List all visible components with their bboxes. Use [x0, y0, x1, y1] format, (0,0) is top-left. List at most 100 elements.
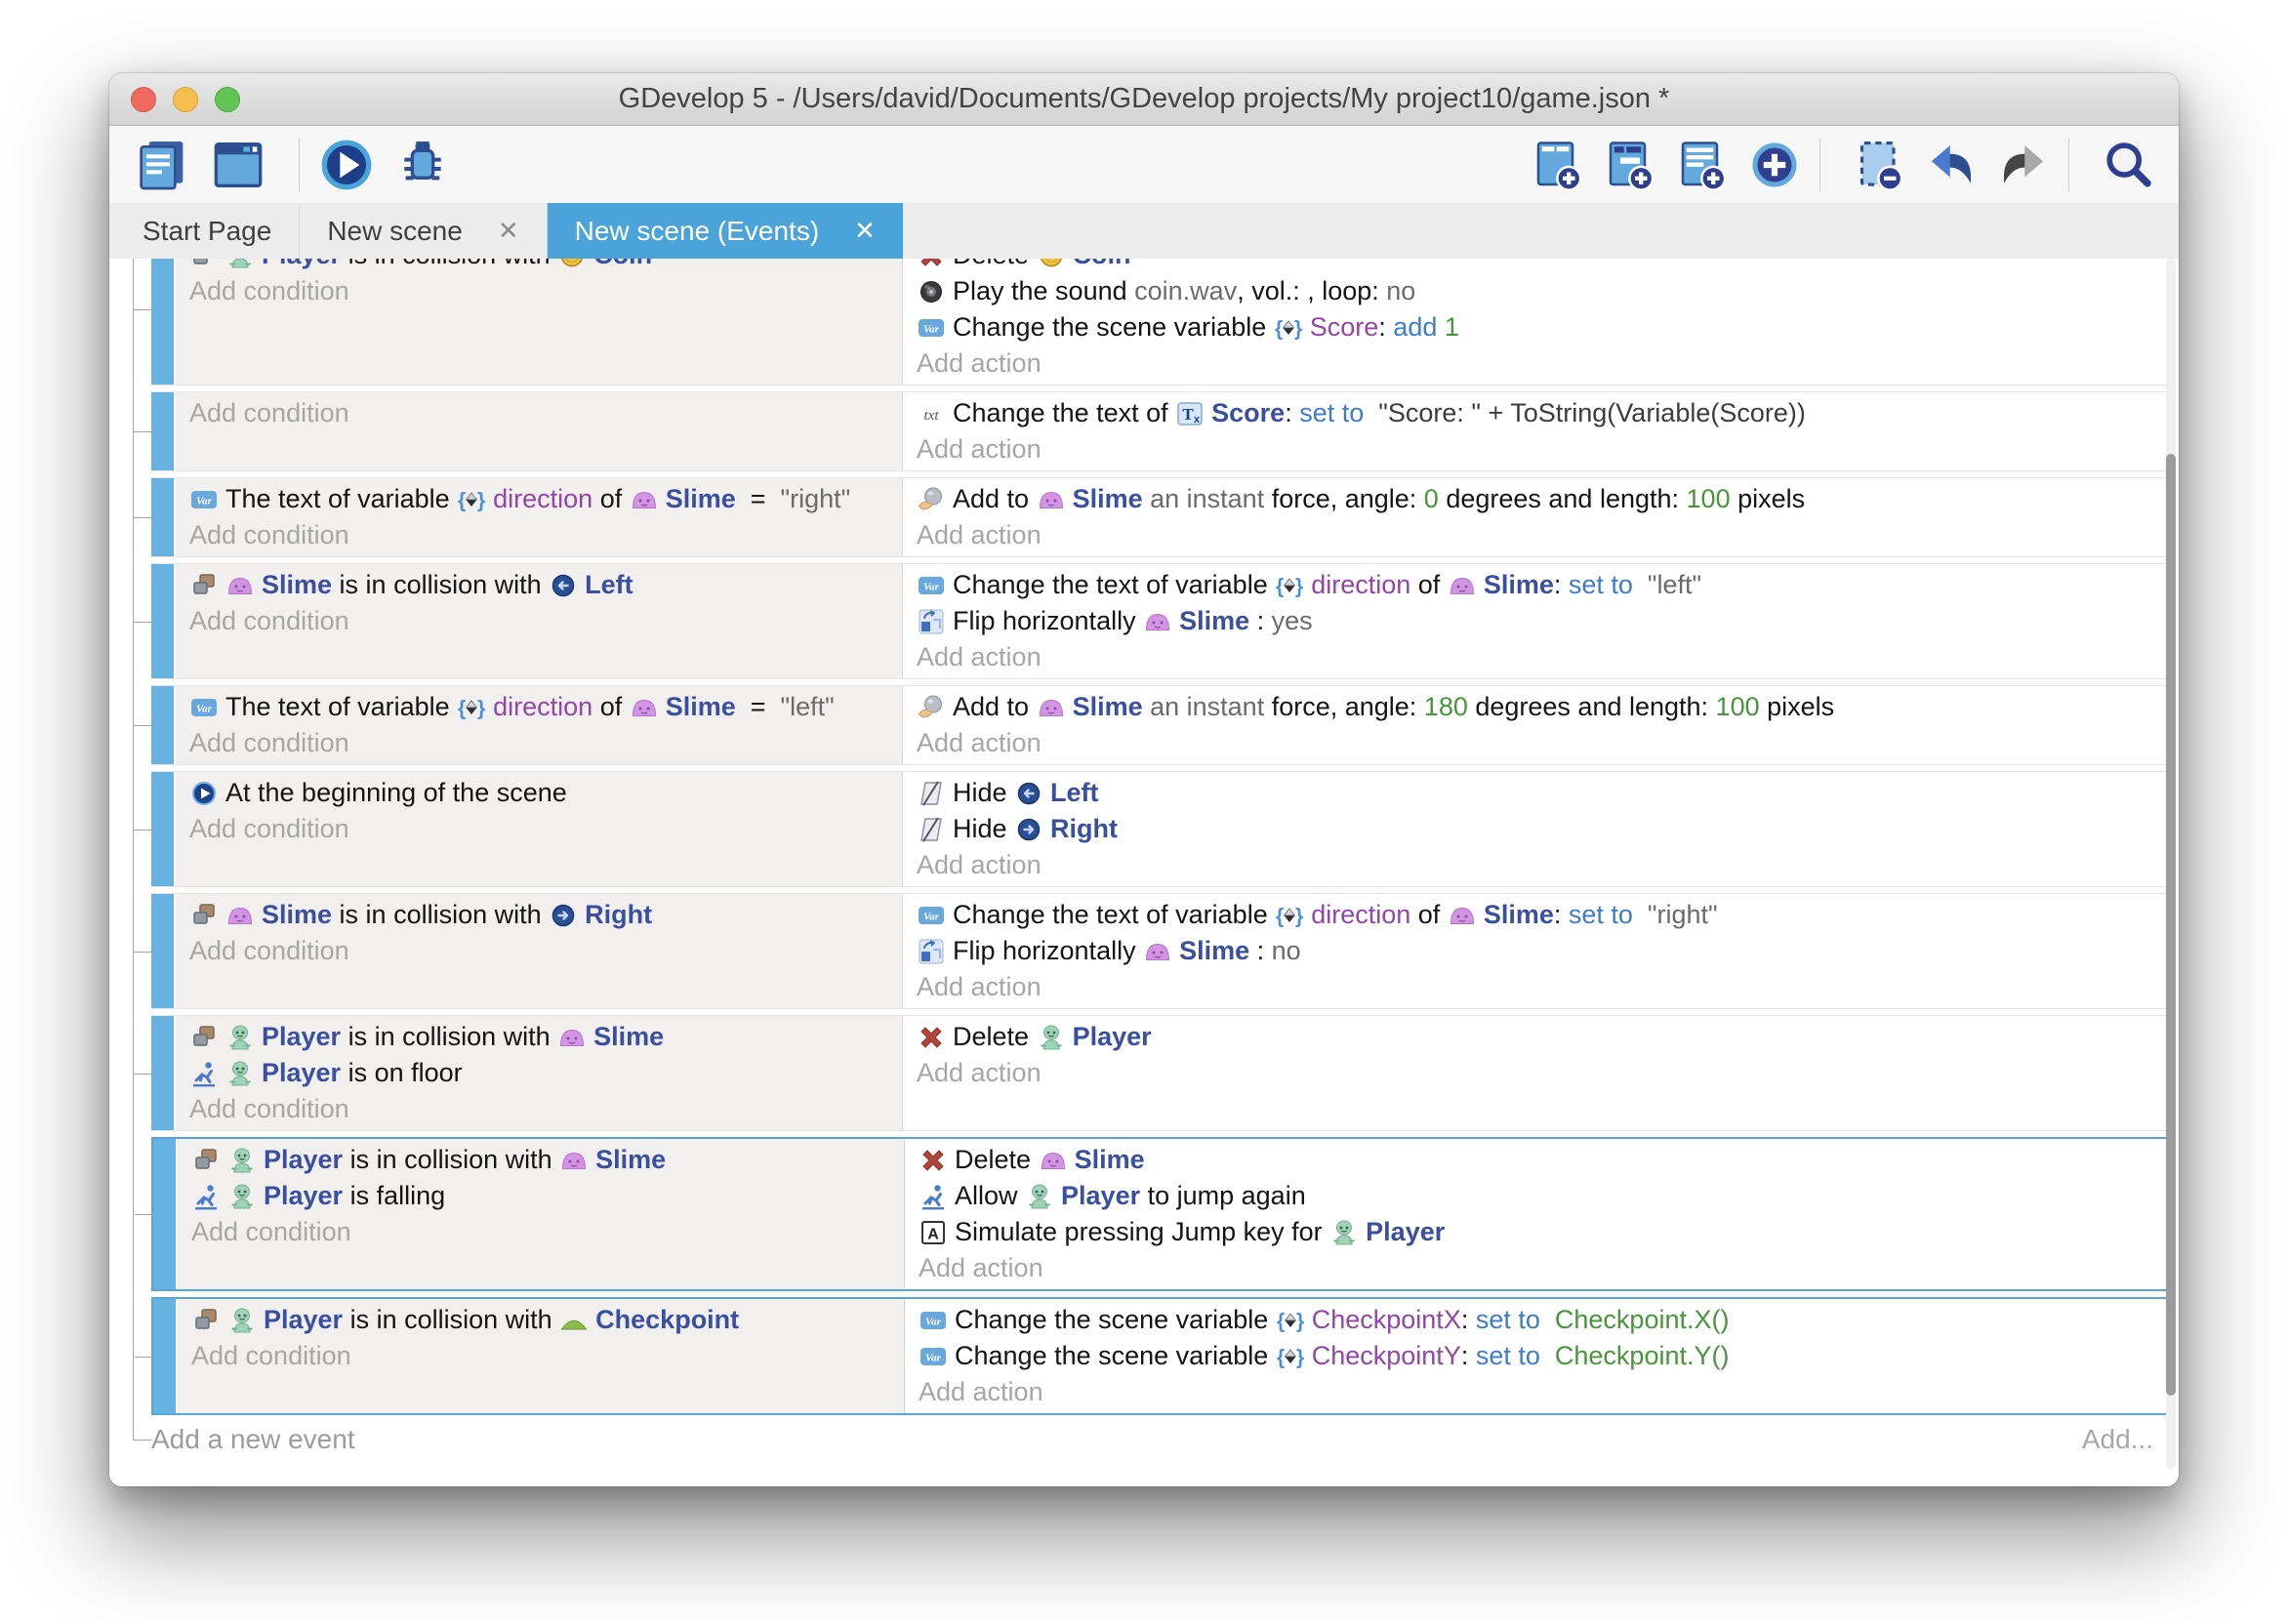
zoom-window-button[interactable]: [215, 87, 240, 112]
add-action-button[interactable]: Add action: [903, 431, 2173, 467]
condition-line[interactable]: At the beginning of the scene: [176, 775, 902, 811]
condition-line[interactable]: Player is falling: [178, 1178, 904, 1214]
event-selector-bar[interactable]: [151, 259, 174, 385]
action-line[interactable]: Play the sound coin.wav, vol.: , loop: n…: [903, 273, 2173, 309]
add-condition-button[interactable]: Add condition: [178, 1338, 904, 1374]
close-tab-icon[interactable]: ✕: [854, 216, 876, 246]
add-action-button[interactable]: Add action: [905, 1250, 2171, 1286]
condition-line[interactable]: Player is in collision with Slime: [176, 1019, 902, 1055]
add-condition-button[interactable]: Add condition: [176, 603, 902, 639]
add-event-icon[interactable]: [1529, 136, 1587, 194]
action-line[interactable]: Hide Right: [903, 811, 2173, 847]
tab-new-scene[interactable]: New scene✕: [300, 203, 547, 259]
event-selector-bar[interactable]: [153, 1299, 176, 1413]
close-window-button[interactable]: [131, 87, 156, 112]
event-selector-bar[interactable]: [153, 1139, 176, 1289]
add-condition-button[interactable]: Add condition: [176, 933, 902, 969]
add-condition-button[interactable]: Add condition: [176, 517, 902, 553]
search-icon[interactable]: [2099, 136, 2157, 194]
action-line[interactable]: VarChange the scene variable {}Checkpoin…: [905, 1338, 2171, 1374]
action-line[interactable]: VarChange the scene variable {}Score: ad…: [903, 309, 2173, 345]
add-subevent-icon[interactable]: [1601, 136, 1659, 194]
action-line[interactable]: VarChange the text of variable {}directi…: [903, 897, 2173, 933]
event-selector-bar[interactable]: [151, 1016, 174, 1130]
delete-event-icon[interactable]: [1850, 136, 1908, 194]
add-condition-button[interactable]: Add condition: [176, 395, 902, 431]
condition-line[interactable]: Player is on floor: [176, 1055, 902, 1091]
add-condition-button[interactable]: Add condition: [176, 725, 902, 761]
action-line[interactable]: txtChange the text of TxScore: set to "S…: [903, 395, 2173, 431]
text-segment-plain: :: [1461, 1341, 1476, 1371]
add-action-button[interactable]: Add action: [903, 639, 2173, 675]
action-line[interactable]: Hide Left: [903, 775, 2173, 811]
action-line[interactable]: ASimulate pressing Jump key for Player: [905, 1214, 2171, 1250]
event-row[interactable]: Slime is in collision with RightAdd cond…: [151, 893, 2173, 1009]
add-action-button[interactable]: Add action: [903, 847, 2173, 883]
debug-icon[interactable]: [391, 134, 454, 196]
condition-line[interactable]: VarThe text of variable {}direction of S…: [176, 481, 902, 517]
event-row[interactable]: Player is in collision with CheckpointAd…: [151, 1297, 2173, 1415]
condition-line[interactable]: Player is in collision with Coin: [176, 259, 902, 273]
condition-line[interactable]: Slime is in collision with Left: [176, 567, 902, 603]
action-line[interactable]: VarChange the scene variable {}Checkpoin…: [905, 1302, 2171, 1338]
minimize-window-button[interactable]: [173, 87, 198, 112]
action-line[interactable]: Delete Player: [903, 1019, 2173, 1055]
event-selector-bar[interactable]: [151, 772, 174, 886]
add-comment-icon[interactable]: [1673, 136, 1732, 194]
action-line[interactable]: Add to Slime an instant force, angle: 0 …: [903, 481, 2173, 517]
tab-new-scene-events-[interactable]: New scene (Events)✕: [548, 203, 903, 259]
redo-icon[interactable]: [1994, 136, 2053, 194]
action-line[interactable]: Flip horizontally Slime : yes: [903, 603, 2173, 639]
event-row[interactable]: VarThe text of variable {}direction of S…: [151, 685, 2173, 765]
add-condition-button[interactable]: Add condition: [176, 811, 902, 847]
action-line[interactable]: Delete Coin: [903, 259, 2173, 273]
text-segment-plain: Change the scene variable: [953, 312, 1274, 343]
text-segment-ghost: Add action: [917, 728, 1042, 758]
event-selector-bar[interactable]: [151, 392, 174, 470]
condition-line[interactable]: Player is in collision with Slime: [178, 1142, 904, 1178]
text-segment-plain: Hide: [953, 814, 1014, 844]
condition-line[interactable]: VarThe text of variable {}direction of S…: [176, 689, 902, 725]
event-selector-bar[interactable]: [151, 564, 174, 678]
event-row[interactable]: Player is in collision with SlimePlayer …: [151, 1137, 2173, 1291]
close-tab-icon[interactable]: ✕: [498, 216, 519, 246]
add-more-button[interactable]: Add...: [2082, 1424, 2153, 1455]
add-event-choice-icon[interactable]: [1745, 136, 1804, 194]
add-action-button[interactable]: Add action: [903, 1055, 2173, 1091]
event-selector-bar[interactable]: [151, 686, 174, 764]
tab-start-page[interactable]: Start Page: [115, 203, 300, 259]
add-condition-button[interactable]: Add condition: [178, 1214, 904, 1250]
event-row[interactable]: Add conditiontxtChange the text of TxSco…: [151, 391, 2173, 471]
title-bar[interactable]: GDevelop 5 - /Users/david/Documents/GDev…: [109, 73, 2179, 126]
action-line[interactable]: Add to Slime an instant force, angle: 18…: [903, 689, 2173, 725]
condition-line[interactable]: Player is in collision with Checkpoint: [178, 1302, 904, 1338]
undo-icon[interactable]: [1922, 136, 1981, 194]
event-row[interactable]: At the beginning of the sceneAdd conditi…: [151, 771, 2173, 887]
action-line[interactable]: Allow Player to jump again: [905, 1178, 2171, 1214]
keyboard-icon: A: [919, 1218, 948, 1247]
add-condition-button[interactable]: Add condition: [176, 273, 902, 309]
text-segment-object: Coin: [593, 259, 652, 270]
scrollbar-thumb[interactable]: [2166, 454, 2176, 1396]
action-line[interactable]: Flip horizontally Slime : no: [903, 933, 2173, 969]
event-row[interactable]: Player is in collision with SlimePlayer …: [151, 1015, 2173, 1131]
action-line[interactable]: Delete Slime: [905, 1142, 2171, 1178]
add-action-button[interactable]: Add action: [903, 725, 2173, 761]
add-action-button[interactable]: Add action: [903, 969, 2173, 1005]
condition-line[interactable]: Slime is in collision with Right: [176, 897, 902, 933]
add-action-button[interactable]: Add action: [905, 1374, 2171, 1410]
event-row[interactable]: Player is in collision with CoinAdd cond…: [151, 259, 2173, 386]
add-new-event-button[interactable]: Add a new event: [151, 1424, 355, 1455]
event-selector-bar[interactable]: [151, 894, 174, 1008]
add-condition-button[interactable]: Add condition: [176, 1091, 902, 1127]
text-segment-varname: direction: [493, 692, 592, 722]
event-row[interactable]: VarThe text of variable {}direction of S…: [151, 477, 2173, 557]
project-manager-icon[interactable]: [131, 134, 193, 196]
action-line[interactable]: VarChange the text of variable {}directi…: [903, 567, 2173, 603]
event-selector-bar[interactable]: [151, 478, 174, 556]
add-action-button[interactable]: Add action: [903, 517, 2173, 553]
add-action-button[interactable]: Add action: [903, 345, 2173, 382]
play-preview-icon[interactable]: [315, 134, 378, 196]
scene-editor-icon[interactable]: [207, 134, 269, 196]
event-row[interactable]: Slime is in collision with LeftAdd condi…: [151, 563, 2173, 679]
